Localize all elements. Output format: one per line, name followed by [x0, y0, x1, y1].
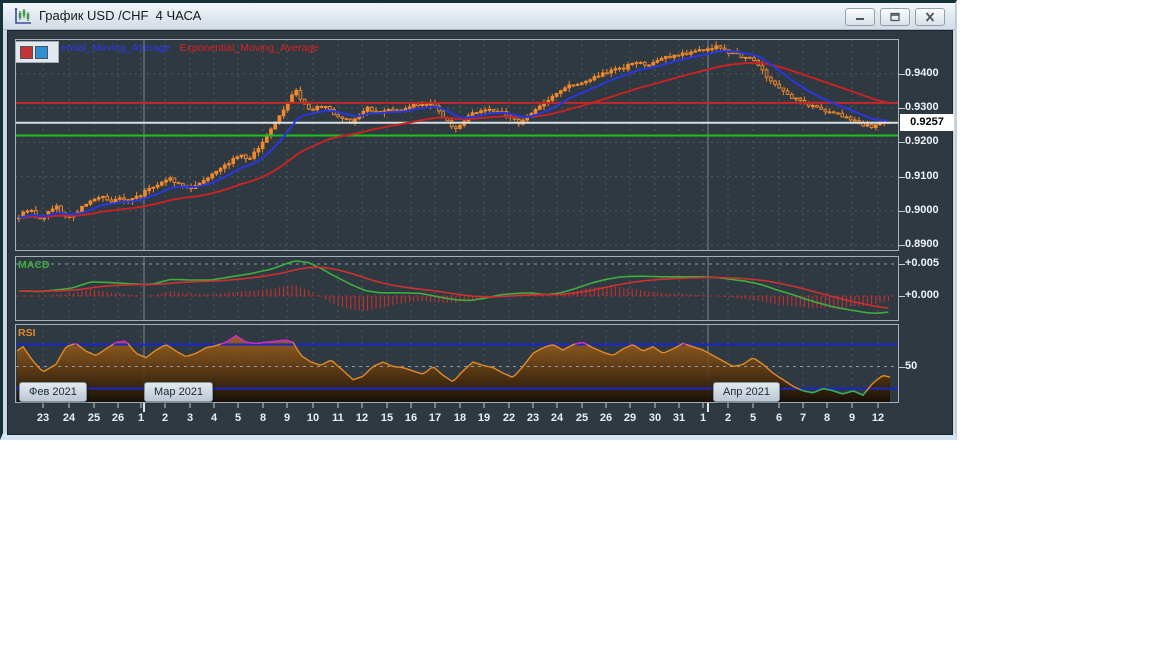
month-label-apr: Апр 2021 [713, 382, 780, 402]
x-axis-day-label: 23 [36, 412, 50, 424]
x-axis-day-label: 6 [775, 412, 783, 424]
x-axis-day-label: 2 [724, 412, 732, 424]
ema-blue-label: ential_Moving_Average [61, 42, 171, 54]
x-axis-day-label: 10 [306, 412, 320, 424]
price-axis-label: 0.9000 [905, 203, 939, 216]
window-controls [845, 8, 945, 26]
desktop: График USD /CHF 4 ЧАСА 23 24 25 26 1 2 3 4 5 8 9 10… [0, 0, 1152, 648]
x-axis-day-label: 12 [871, 412, 885, 424]
axis-tick [899, 210, 905, 212]
x-axis-day-label: 23 [526, 412, 540, 424]
axis-tick [899, 73, 905, 75]
chart-window: График USD /CHF 4 ЧАСА 23 24 25 26 1 2 3 4 5 8 9 10… [0, 0, 957, 440]
axis-tick [899, 366, 905, 368]
x-axis-day-label: 19 [477, 412, 491, 424]
minimize-button[interactable] [845, 8, 875, 26]
window-titlebar[interactable]: График USD /CHF 4 ЧАСА [3, 3, 955, 30]
price-chart-pane[interactable] [15, 39, 899, 251]
price-axis-label: 0.9100 [905, 169, 939, 182]
x-axis-day-label: 16 [404, 412, 418, 424]
x-axis-day-label: 30 [648, 412, 662, 424]
x-axis-day-label: 24 [550, 412, 564, 424]
x-axis-day-label: 18 [453, 412, 467, 424]
close-button[interactable] [915, 8, 945, 26]
axis-tick [899, 176, 905, 178]
restore-icon [890, 12, 900, 22]
x-axis-day-label: 2 [161, 412, 169, 424]
ma-blue-swatch-button[interactable] [35, 46, 48, 59]
month-label-feb: Фев 2021 [19, 382, 87, 402]
x-axis-day-label: 9 [283, 412, 291, 424]
x-axis-day-label: 5 [749, 412, 757, 424]
month-label-mar: Мар 2021 [144, 382, 214, 402]
x-axis-day-label: 26 [599, 412, 613, 424]
x-axis-labels: 23 24 25 26 1 2 3 4 5 8 9 10 11 12 15 16 17 18 19 22 23 24 25 2… [15, 412, 905, 428]
macd-axis-label: +0.000 [905, 289, 939, 301]
close-icon [925, 12, 935, 22]
macd-label: MACD [18, 259, 50, 271]
x-axis-day-label: 29 [623, 412, 637, 424]
chart-client-area: 23 24 25 26 1 2 3 4 5 8 9 10 11 12 15 16 17 18 19 22 23 24 25 2… [7, 30, 954, 435]
restore-button[interactable] [880, 8, 910, 26]
ema-red-label: Exponential_Moving_Average [179, 42, 319, 54]
x-axis-day-label: 8 [259, 412, 267, 424]
x-axis-day-label: 7 [799, 412, 807, 424]
chart-icon [13, 7, 33, 25]
x-axis-day-label: 11 [332, 412, 344, 424]
x-axis-day-label: 12 [355, 412, 369, 424]
rsi-axis-label: 50 [905, 359, 918, 372]
x-axis-day-label: 8 [823, 412, 831, 424]
x-axis-day-label: 22 [502, 412, 516, 424]
x-axis-day-label: 4 [210, 412, 218, 424]
axis-tick [899, 245, 905, 247]
price-axis-label: 0.8900 [905, 238, 939, 251]
macd-axis-label: +0.005 [905, 257, 939, 269]
x-axis-day-label: 25 [87, 412, 101, 424]
x-axis-day-label: 25 [575, 412, 589, 424]
minimize-icon [856, 18, 864, 20]
x-axis-day-label: 1 [699, 412, 707, 424]
x-axis-day-label: 17 [428, 412, 442, 424]
axis-tick [899, 264, 905, 265]
macd-pane[interactable] [15, 256, 899, 321]
window-title: График USD /CHF 4 ЧАСА [39, 8, 202, 23]
ma-red-swatch-button[interactable] [20, 46, 33, 59]
x-axis-day-label: 1 [137, 412, 145, 424]
price-axis-label: 0.9400 [905, 66, 939, 79]
x-axis-day-label: 3 [186, 412, 194, 424]
axis-tick [899, 142, 905, 144]
x-axis-day-label: 31 [672, 412, 686, 424]
price-axis-label: 0.9200 [905, 135, 939, 148]
axis-tick [899, 296, 905, 297]
current-price-box: 0.9257 [900, 114, 954, 131]
axis-tick [899, 108, 905, 109]
x-axis-day-label: 9 [848, 412, 856, 424]
x-axis-day-label: 24 [62, 412, 76, 424]
x-axis-day-label: 15 [380, 412, 394, 424]
indicator-buttons [15, 41, 59, 63]
x-axis-day-label: 5 [234, 412, 242, 424]
rsi-label: RSI [18, 327, 36, 339]
x-axis-day-label: 26 [111, 412, 125, 424]
price-axis-label: 0.9300 [905, 101, 939, 113]
indicator-legend: ential_Moving_Average Exponential_Moving… [61, 42, 319, 54]
